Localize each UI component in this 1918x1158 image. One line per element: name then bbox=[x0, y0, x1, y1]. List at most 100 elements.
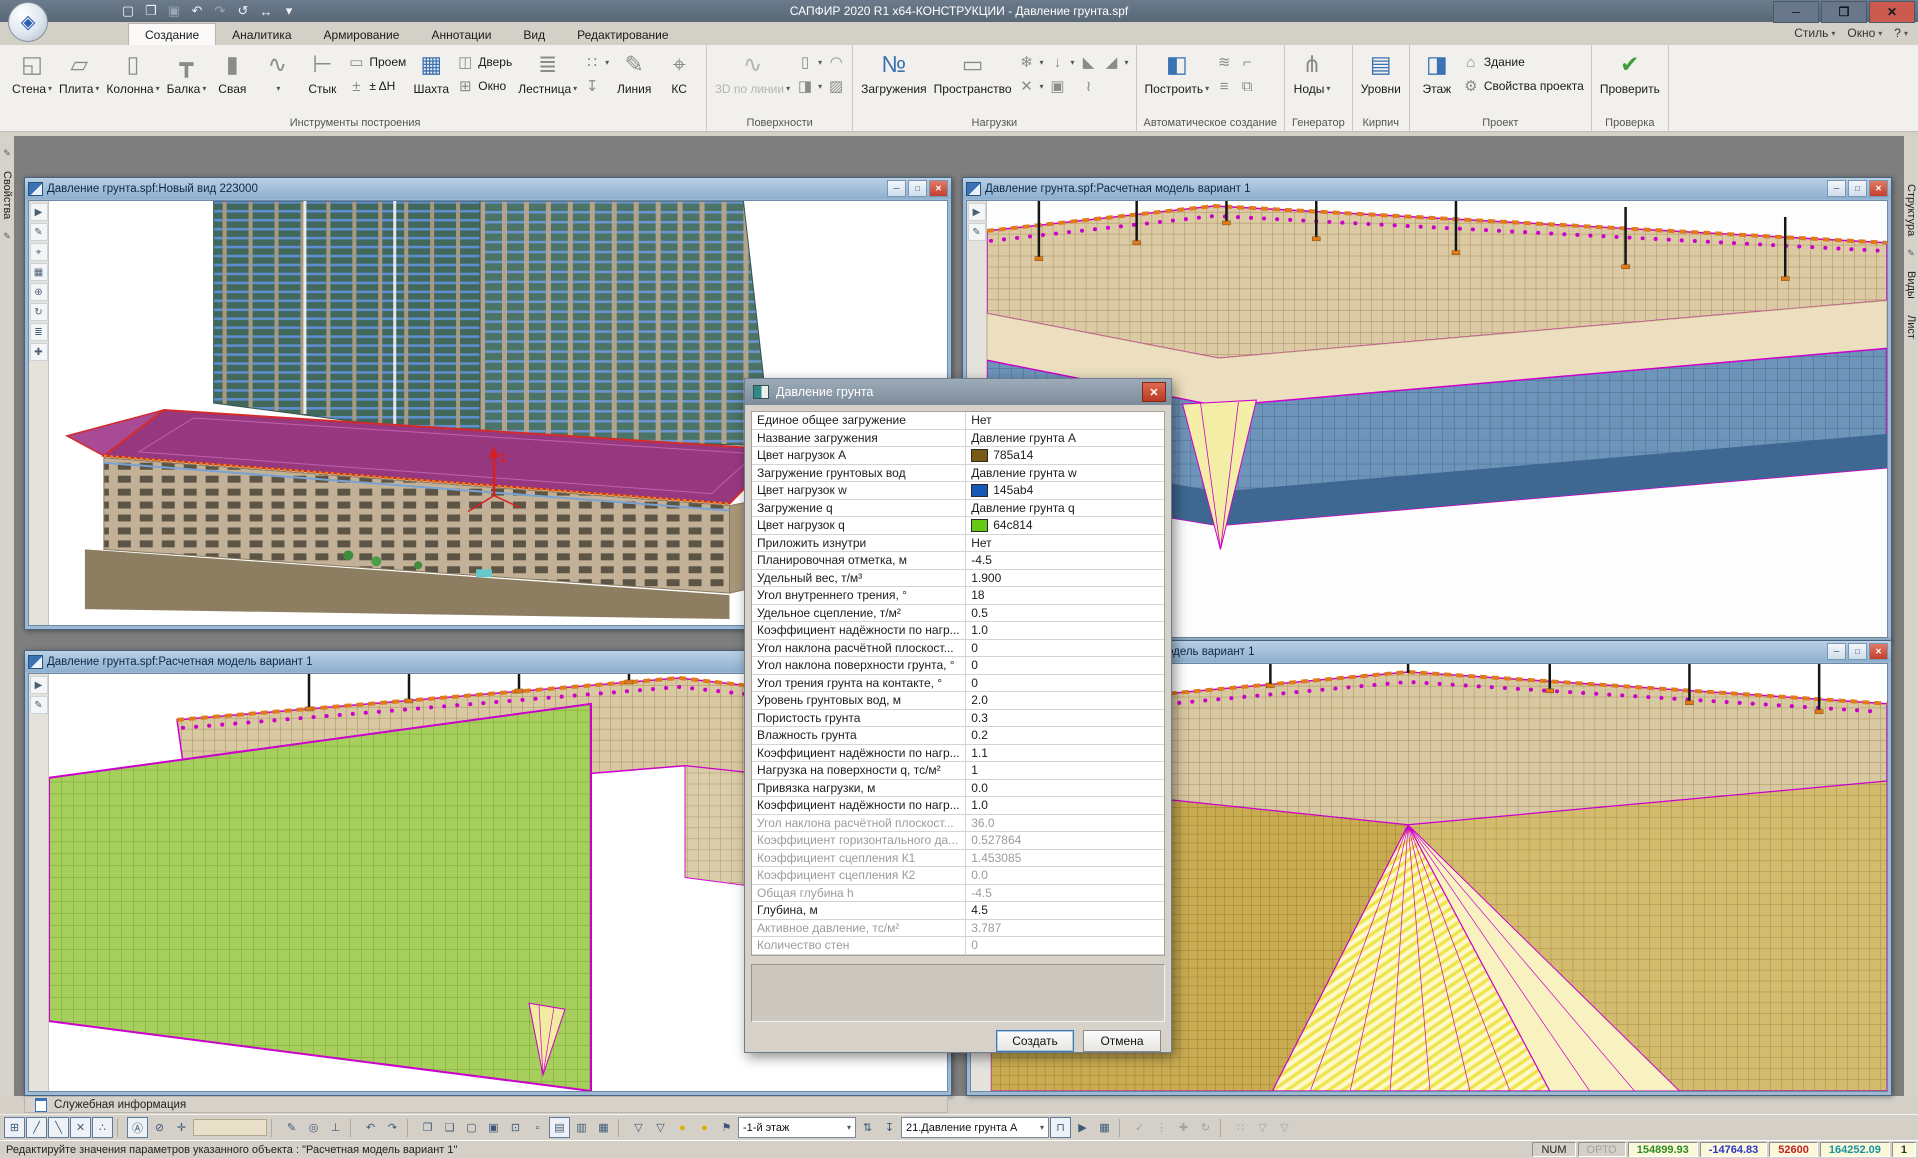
view-3d-icon[interactable]: ▥ bbox=[571, 1117, 592, 1138]
create-button[interactable]: Создать bbox=[996, 1030, 1074, 1052]
property-value[interactable]: Давление грунта А bbox=[966, 430, 1164, 447]
new-view-icon[interactable]: ▢ bbox=[461, 1117, 482, 1138]
props-button[interactable]: ⚙Свойства проекта bbox=[1460, 75, 1586, 97]
save-view-icon[interactable]: ▣ bbox=[483, 1117, 504, 1138]
crane-button[interactable]: ⌐ bbox=[1236, 51, 1258, 73]
property-value[interactable]: 145ab4 bbox=[966, 482, 1164, 499]
rotate-ucs-y-icon[interactable]: ↷ bbox=[382, 1117, 403, 1138]
open-file-icon[interactable]: ❐ bbox=[141, 2, 161, 20]
measure-icon[interactable]: ↔ bbox=[256, 2, 276, 20]
draw-pen-icon[interactable]: ✎ bbox=[281, 1117, 302, 1138]
edit-icon[interactable]: ✎ bbox=[30, 696, 48, 714]
solid-button[interactable]: ◨▾ bbox=[794, 75, 824, 97]
child-title-bar[interactable]: Давление грунта.spf:Новый вид 223000 ─□✕ bbox=[25, 178, 951, 199]
copy-doc-icon[interactable]: ❐ bbox=[417, 1117, 438, 1138]
tab-Вид[interactable]: Вид bbox=[507, 24, 561, 45]
wallsurf-button[interactable]: ▯▾ bbox=[794, 51, 824, 73]
property-value[interactable]: 1.0 bbox=[966, 797, 1164, 814]
app-logo-icon[interactable]: ◈ bbox=[8, 2, 48, 42]
child-maximize-button[interactable]: □ bbox=[1848, 643, 1867, 660]
property-value[interactable]: 1.1 bbox=[966, 745, 1164, 762]
property-value[interactable]: 36.0 bbox=[966, 815, 1164, 832]
retain-button[interactable]: ◢▾ bbox=[1101, 51, 1131, 73]
update-model-icon[interactable]: ↺ bbox=[233, 2, 253, 20]
floors-button[interactable]: ≡ bbox=[1213, 75, 1235, 97]
build-button[interactable]: ◧Построить▾ bbox=[1142, 47, 1213, 97]
unbind-object-icon[interactable]: ⊘ bbox=[149, 1117, 170, 1138]
property-value[interactable]: 0.0 bbox=[966, 867, 1164, 884]
property-value[interactable]: 1.900 bbox=[966, 570, 1164, 587]
property-value[interactable]: 2.0 bbox=[966, 692, 1164, 709]
property-value[interactable]: 1 bbox=[966, 762, 1164, 779]
property-value[interactable]: Нет bbox=[966, 535, 1164, 552]
points-button[interactable]: ∷▾ bbox=[581, 51, 611, 73]
color-swatch[interactable] bbox=[971, 484, 988, 497]
grid-icon[interactable]: ▦ bbox=[30, 263, 48, 281]
layers-icon[interactable]: ≣ bbox=[30, 323, 48, 341]
pointer-icon[interactable]: ▶ bbox=[1072, 1117, 1093, 1138]
tab-Аннотации[interactable]: Аннотации bbox=[415, 24, 507, 45]
property-value[interactable]: 785a14 bbox=[966, 447, 1164, 464]
snow-button[interactable]: ❄▾ bbox=[1016, 51, 1046, 73]
rotate-icon[interactable]: ↻ bbox=[1195, 1117, 1216, 1138]
column-button[interactable]: ▯Колонна▾ bbox=[103, 47, 162, 97]
num-lock-indicator[interactable]: NUM bbox=[1532, 1142, 1575, 1157]
view-grid-icon[interactable]: ▦ bbox=[593, 1117, 614, 1138]
snap-intersection-icon[interactable]: ✕ bbox=[70, 1117, 91, 1138]
child-title-bar[interactable]: Давление грунта.spf:Расчетная модель вар… bbox=[963, 178, 1891, 199]
measure-icon[interactable]: ⌖ bbox=[30, 243, 48, 261]
property-value[interactable]: Давление грунта q bbox=[966, 500, 1164, 517]
select-icon[interactable]: ▶ bbox=[30, 203, 48, 221]
panel-tab-properties[interactable]: Свойства bbox=[1, 171, 13, 219]
doc-props-icon[interactable]: ⊡ bbox=[505, 1117, 526, 1138]
visibility-all-icon[interactable]: ● bbox=[694, 1117, 715, 1138]
tab-Редактирование[interactable]: Редактирование bbox=[561, 24, 684, 45]
pile-button[interactable]: ▮Свая bbox=[210, 47, 254, 97]
more-commands-icon[interactable]: ▾ bbox=[279, 2, 299, 20]
property-value[interactable]: 0 bbox=[966, 937, 1164, 954]
opening-button[interactable]: ▭Проем bbox=[345, 51, 408, 73]
load-frame-icon[interactable]: ⊓ bbox=[1050, 1117, 1071, 1138]
floor-nav-icon[interactable]: ⇅ bbox=[857, 1117, 878, 1138]
points-mode-icon[interactable]: ∷ bbox=[1230, 1117, 1251, 1138]
ortho-indicator[interactable]: ОРТО bbox=[1578, 1142, 1626, 1157]
load-select[interactable]: 21.Давление грунта А▾ bbox=[901, 1117, 1049, 1138]
property-value[interactable]: 18 bbox=[966, 587, 1164, 604]
perpendicular-icon[interactable]: ⊥ bbox=[325, 1117, 346, 1138]
leveldown-button[interactable]: ↧ bbox=[581, 75, 611, 97]
undo-icon[interactable]: ↶ bbox=[187, 2, 207, 20]
pan-icon[interactable]: ✚ bbox=[30, 343, 48, 361]
wallload-button[interactable]: ◣ bbox=[1078, 51, 1100, 73]
child-maximize-button[interactable]: □ bbox=[1848, 180, 1867, 197]
beam-button[interactable]: ┳Балка▾ bbox=[164, 47, 210, 97]
line3d-button[interactable]: ∿3D по линии▾ bbox=[712, 47, 793, 97]
zoom-icon[interactable]: ⊕ bbox=[30, 283, 48, 301]
property-value[interactable]: 0 bbox=[966, 675, 1164, 692]
slope-b-icon[interactable]: ▽ bbox=[1274, 1117, 1295, 1138]
panel-tab-views[interactable]: Виды bbox=[1905, 271, 1917, 299]
save-icon[interactable]: ▣ bbox=[164, 2, 184, 20]
vehicle-button[interactable]: ▣ bbox=[1047, 75, 1077, 97]
property-value[interactable]: 3.787 bbox=[966, 920, 1164, 937]
flag-icon[interactable]: ⚑ bbox=[716, 1117, 737, 1138]
filter-a-icon[interactable]: ▽ bbox=[628, 1117, 649, 1138]
center-target-icon[interactable]: ◎ bbox=[303, 1117, 324, 1138]
tab-Аналитика[interactable]: Аналитика bbox=[216, 24, 307, 45]
property-value[interactable]: 0.2 bbox=[966, 727, 1164, 744]
table-icon[interactable]: ▦ bbox=[1094, 1117, 1115, 1138]
building-button[interactable]: ⌂Здание bbox=[1460, 51, 1586, 73]
child-close-button[interactable]: ✕ bbox=[929, 180, 948, 197]
space-button[interactable]: ▭Пространство bbox=[931, 47, 1015, 97]
levels-button[interactable]: ▤Уровни bbox=[1358, 47, 1404, 97]
minimize-button[interactable]: ─ bbox=[1773, 1, 1819, 23]
property-value[interactable]: 0.3 bbox=[966, 710, 1164, 727]
property-value[interactable]: Нет bbox=[966, 412, 1164, 429]
property-value[interactable]: 0.0 bbox=[966, 780, 1164, 797]
ks-button[interactable]: ⌖КС bbox=[657, 47, 701, 97]
wall-button[interactable]: ◱Стена▾ bbox=[9, 47, 55, 97]
snap-settings-icon[interactable]: ⊞ bbox=[4, 1117, 25, 1138]
select-icon[interactable]: ▶ bbox=[30, 676, 48, 694]
color-swatch[interactable] bbox=[971, 449, 988, 462]
child-minimize-button[interactable]: ─ bbox=[1827, 180, 1846, 197]
child-close-button[interactable]: ✕ bbox=[1869, 643, 1888, 660]
